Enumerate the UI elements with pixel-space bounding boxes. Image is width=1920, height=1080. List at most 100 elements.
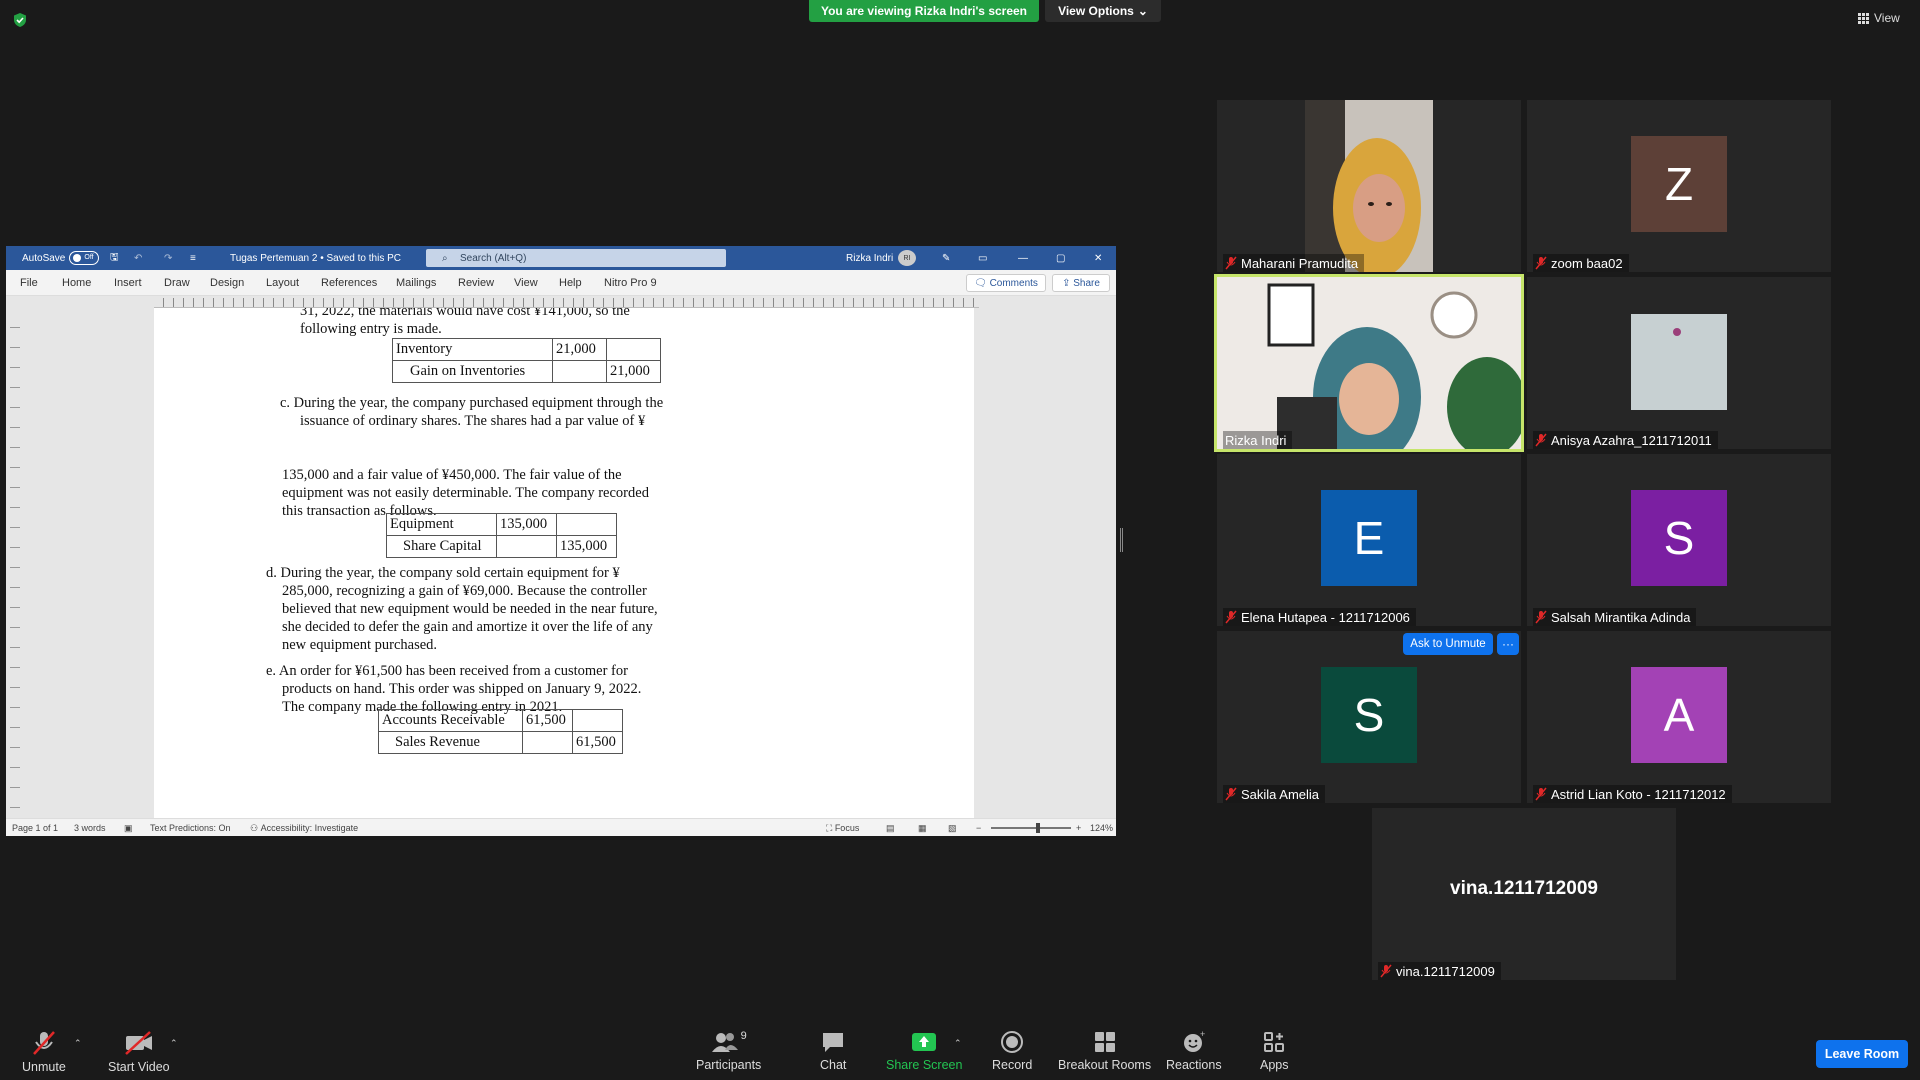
leave-room-button[interactable]: Leave Room xyxy=(1816,1040,1908,1068)
participant-tile[interactable]: S Salsah Mirantika Adinda xyxy=(1527,454,1831,626)
participant-name-label: Rizka Indri xyxy=(1223,431,1293,449)
document-title[interactable]: Tugas Pertemuan 2 • Saved to this PC xyxy=(230,246,401,270)
tab-review[interactable]: Review xyxy=(458,270,494,296)
participant-tile-active-speaker[interactable]: Rizka Indri xyxy=(1214,274,1524,452)
participant-name: Elena Hutapea - 1211712006 xyxy=(1241,609,1410,625)
more-options-button[interactable]: ··· xyxy=(1497,633,1519,655)
account-cell: Gain on Inventories xyxy=(392,360,553,383)
word-count[interactable]: 3 words xyxy=(74,819,106,836)
zoom-in-icon[interactable]: + xyxy=(1076,819,1081,836)
participants-count: 9 xyxy=(740,1030,747,1042)
share-screen-icon xyxy=(912,1033,937,1051)
participant-tile[interactable]: Z zoom baa02 xyxy=(1527,100,1831,272)
redo-icon[interactable]: ↷ xyxy=(164,246,172,270)
view-button[interactable]: View xyxy=(1858,11,1900,25)
doc-line: c. During the year, the company purchase… xyxy=(280,395,664,411)
tab-help[interactable]: Help xyxy=(559,270,582,296)
share-screen-button[interactable]: Share Screen xyxy=(886,1030,962,1072)
participant-picture xyxy=(1631,314,1727,410)
tab-mailings[interactable]: Mailings xyxy=(396,270,436,296)
word-title-bar: AutoSave Off 🖫 ↶ ↷ ≡ Tugas Pertemuan 2 • … xyxy=(6,246,1116,270)
chat-button[interactable]: Chat xyxy=(820,1030,846,1072)
muted-mic-icon xyxy=(1535,433,1547,447)
autosave-toggle[interactable]: AutoSave Off xyxy=(22,246,100,270)
participant-avatar: Z xyxy=(1631,136,1727,232)
share-options-caret[interactable]: ⌃ xyxy=(954,1038,962,1049)
focus-button[interactable]: ⛶ Focus xyxy=(826,819,859,836)
undo-icon[interactable]: ↶ xyxy=(134,246,142,270)
credit-cell: 21,000 xyxy=(606,360,661,383)
share-button[interactable]: ⇪ Share xyxy=(1052,274,1110,292)
tab-layout[interactable]: Layout xyxy=(266,270,299,296)
tab-draw[interactable]: Draw xyxy=(164,270,190,296)
document-page[interactable]: 31, 2022, the materials would have cost … xyxy=(154,308,974,818)
tab-view[interactable]: View xyxy=(514,270,538,296)
ribbon-display-icon[interactable]: ▭ xyxy=(978,246,987,270)
view-options-button[interactable]: View Options ⌄ xyxy=(1045,0,1161,22)
apps-button[interactable]: Apps xyxy=(1260,1030,1289,1072)
record-button[interactable]: Record xyxy=(992,1030,1032,1072)
credit-cell xyxy=(572,709,623,732)
shared-word-window[interactable]: AutoSave Off 🖫 ↶ ↷ ≡ Tugas Pertemuan 2 • … xyxy=(6,246,1116,836)
read-mode-icon[interactable]: ▤ xyxy=(886,819,895,836)
doc-line: 135,000 and a fair value of ¥450,000. Th… xyxy=(282,467,622,483)
unmute-button[interactable]: Unmute xyxy=(22,1030,66,1074)
muted-mic-icon xyxy=(1225,787,1237,801)
participant-avatar: S xyxy=(1321,667,1417,763)
close-icon[interactable]: ✕ xyxy=(1094,246,1102,270)
muted-mic-icon xyxy=(1535,610,1547,624)
user-avatar[interactable]: RI xyxy=(898,250,916,266)
restore-icon[interactable]: ▢ xyxy=(1056,246,1065,270)
tab-insert[interactable]: Insert xyxy=(114,270,142,296)
splitter-handle[interactable] xyxy=(1120,528,1123,552)
participant-name-label: Elena Hutapea - 1211712006 xyxy=(1223,608,1416,626)
debit-cell xyxy=(496,535,557,558)
save-icon[interactable]: 🖫 xyxy=(110,246,119,270)
participant-name-label: Sakila Amelia xyxy=(1223,785,1326,803)
autosave-label: AutoSave xyxy=(22,252,66,264)
participant-tile[interactable]: Anisya Azahra_1211712011 xyxy=(1527,277,1831,449)
comments-button[interactable]: 🗨 Comments xyxy=(966,274,1046,292)
ask-to-unmute-button[interactable]: Ask to Unmute xyxy=(1403,633,1493,655)
participant-tile[interactable]: Maharani Pramudita xyxy=(1217,100,1521,272)
tab-references[interactable]: References xyxy=(321,270,377,296)
view-options-label: View Options xyxy=(1058,4,1134,18)
page-count[interactable]: Page 1 of 1 xyxy=(12,819,58,836)
start-video-button[interactable]: Start Video xyxy=(108,1030,170,1074)
shield-icon[interactable] xyxy=(12,12,28,28)
web-layout-icon[interactable]: ▧ xyxy=(948,819,957,836)
breakout-rooms-button[interactable]: Breakout Rooms xyxy=(1058,1030,1151,1072)
participant-video xyxy=(1305,100,1433,272)
minimize-icon[interactable]: — xyxy=(1018,246,1028,270)
vertical-ruler[interactable] xyxy=(10,308,20,813)
participant-tile[interactable]: A Astrid Lian Koto - 1211712012 xyxy=(1527,631,1831,803)
video-options-caret[interactable]: ⌃ xyxy=(170,1038,178,1049)
record-icon xyxy=(1001,1031,1024,1053)
zoom-slider[interactable] xyxy=(991,827,1071,829)
print-layout-icon[interactable]: ▦ xyxy=(918,819,927,836)
reactions-button[interactable]: + Reactions xyxy=(1166,1030,1222,1072)
start-video-label: Start Video xyxy=(108,1060,170,1074)
view-label: View xyxy=(1874,11,1900,25)
zoom-level[interactable]: 124% xyxy=(1090,819,1113,836)
search-input[interactable]: Search (Alt+Q) xyxy=(426,249,726,267)
zoom-slider-thumb[interactable] xyxy=(1036,823,1040,833)
participant-tile[interactable]: vina.1211712009 vina.1211712009 xyxy=(1372,808,1676,980)
text-predictions[interactable]: Text Predictions: On xyxy=(150,819,231,836)
tab-design[interactable]: Design xyxy=(210,270,244,296)
participant-tile[interactable]: S Sakila Amelia xyxy=(1217,631,1521,803)
tab-home[interactable]: Home xyxy=(62,270,91,296)
participants-button[interactable]: 9 Participants xyxy=(696,1030,761,1072)
audio-options-caret[interactable]: ⌃ xyxy=(74,1038,82,1049)
tab-file[interactable]: File xyxy=(20,270,38,296)
tab-nitro[interactable]: Nitro Pro 9 xyxy=(604,270,657,296)
proofing-icon[interactable]: ▣ xyxy=(124,819,133,836)
user-name[interactable]: Rizka Indri xyxy=(846,246,893,270)
accessibility-status[interactable]: ⚇ Accessibility: Investigate xyxy=(250,819,358,836)
participant-tile[interactable]: E Elena Hutapea - 1211712006 xyxy=(1217,454,1521,626)
customize-toolbar-icon[interactable]: ≡ xyxy=(190,246,196,270)
horizontal-ruler[interactable] xyxy=(154,298,979,308)
pen-icon[interactable]: ✎ xyxy=(942,246,950,270)
video-off-icon xyxy=(124,1031,152,1055)
zoom-out-icon[interactable]: − xyxy=(976,819,981,836)
